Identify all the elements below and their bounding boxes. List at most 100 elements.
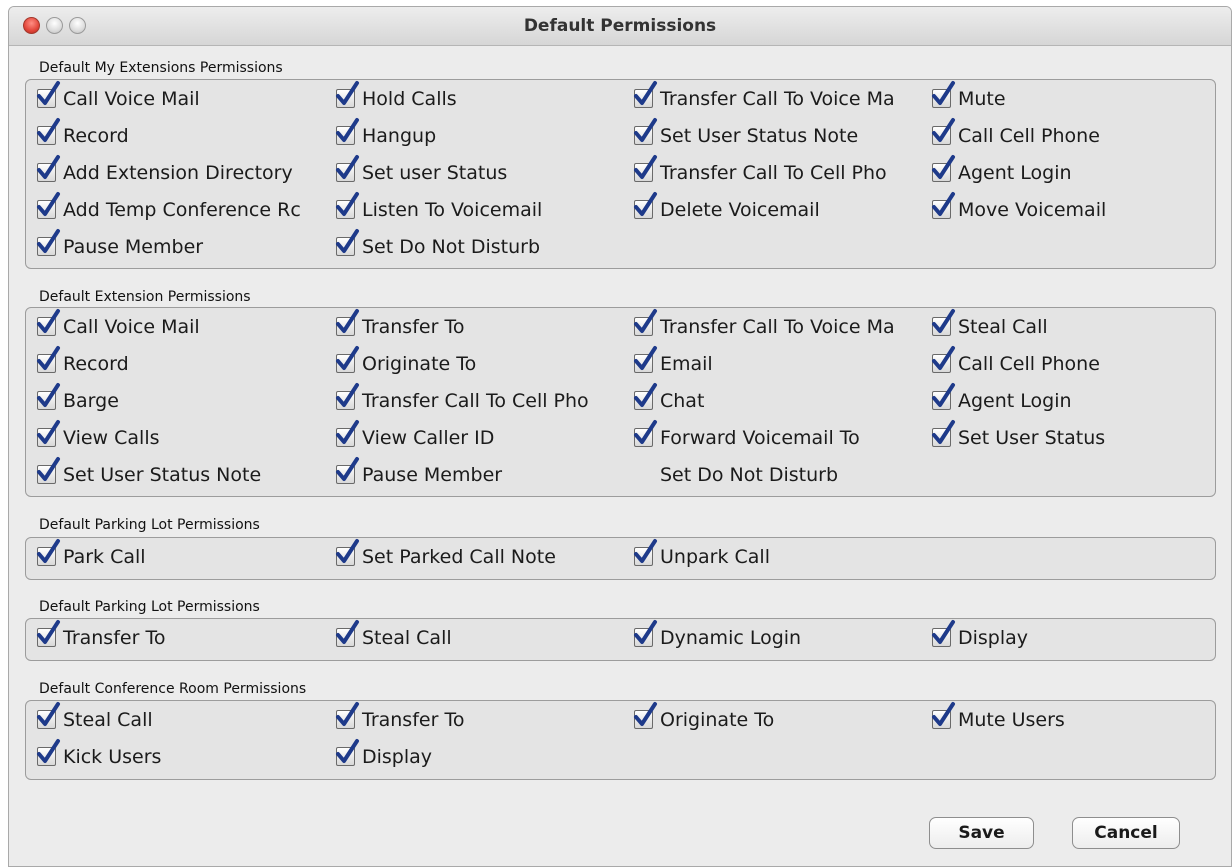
permission-checkbox[interactable] — [37, 80, 60, 108]
permission-checkbox[interactable] — [634, 382, 657, 410]
permission-option[interactable]: Delete Voicemail — [634, 191, 820, 226]
permission-checkbox[interactable] — [932, 345, 955, 373]
permission-option[interactable]: Display — [336, 738, 432, 773]
cancel-button[interactable]: Cancel — [1072, 817, 1180, 849]
permission-checkbox[interactable] — [37, 117, 60, 145]
permission-option[interactable]: Move Voicemail — [932, 191, 1106, 226]
permission-checkbox[interactable] — [634, 154, 657, 182]
permission-option[interactable]: Set User Status Note — [634, 117, 858, 152]
permission-checkbox[interactable] — [37, 154, 60, 182]
permission-checkbox[interactable] — [634, 419, 657, 447]
permission-checkbox[interactable] — [336, 382, 359, 410]
permission-checkbox[interactable] — [932, 191, 955, 219]
permission-checkbox[interactable] — [37, 191, 60, 219]
permission-option[interactable]: Add Extension Directory — [37, 154, 293, 189]
permission-checkbox[interactable] — [336, 619, 359, 647]
permission-option[interactable]: View Caller ID — [336, 419, 494, 454]
permission-checkbox[interactable] — [932, 382, 955, 410]
permission-option[interactable]: Transfer Call To Voice Ma — [634, 80, 895, 115]
permission-option[interactable]: Pause Member — [336, 456, 502, 491]
permission-option[interactable]: Steal Call — [336, 619, 452, 654]
permission-option[interactable]: Call Cell Phone — [932, 345, 1100, 380]
permission-option[interactable]: Steal Call — [932, 308, 1048, 343]
permission-checkbox[interactable] — [932, 701, 955, 729]
permission-option[interactable]: Steal Call — [37, 701, 153, 736]
permission-checkbox[interactable] — [336, 345, 359, 373]
permission-option[interactable]: Record — [37, 117, 129, 152]
permission-option[interactable]: Kick Users — [37, 738, 161, 773]
permission-option[interactable]: Originate To — [634, 701, 774, 736]
permission-checkbox[interactable] — [634, 619, 657, 647]
permission-option[interactable]: Mute Users — [932, 701, 1065, 736]
permission-checkbox[interactable] — [932, 117, 955, 145]
permission-checkbox[interactable] — [634, 80, 657, 108]
permission-checkbox[interactable] — [634, 345, 657, 373]
permission-checkbox[interactable] — [37, 619, 60, 647]
permission-option[interactable]: Originate To — [336, 345, 476, 380]
permission-checkbox[interactable] — [634, 538, 657, 566]
permission-option[interactable]: Agent Login — [932, 382, 1072, 417]
permission-checkbox[interactable] — [634, 308, 657, 336]
permission-option[interactable]: Forward Voicemail To — [634, 419, 860, 454]
permission-checkbox[interactable] — [37, 456, 60, 484]
permission-option[interactable]: Set Do Not Disturb — [634, 459, 838, 491]
permission-option[interactable]: Record — [37, 345, 129, 380]
permission-checkbox[interactable] — [37, 345, 60, 373]
permission-option[interactable]: Transfer To — [336, 308, 464, 343]
permission-option[interactable]: Call Cell Phone — [932, 117, 1100, 152]
permission-checkbox[interactable] — [336, 80, 359, 108]
permission-checkbox[interactable] — [336, 228, 359, 256]
permission-option[interactable]: Hangup — [336, 117, 436, 152]
permission-option[interactable]: Add Temp Conference Rc — [37, 191, 301, 226]
permission-option[interactable]: Set User Status — [932, 419, 1105, 454]
permission-option[interactable]: Transfer To — [336, 701, 464, 736]
permission-option[interactable]: Email — [634, 345, 713, 380]
permission-option[interactable]: Set Do Not Disturb — [336, 228, 540, 263]
permission-checkbox[interactable] — [336, 456, 359, 484]
permission-checkbox[interactable] — [37, 228, 60, 256]
permission-option[interactable]: Set user Status — [336, 154, 507, 189]
permission-option[interactable]: Transfer Call To Cell Pho — [634, 154, 887, 189]
permission-option[interactable]: Call Voice Mail — [37, 308, 200, 343]
permission-checkbox[interactable] — [336, 701, 359, 729]
permission-checkbox[interactable] — [932, 419, 955, 447]
permission-checkbox[interactable] — [932, 154, 955, 182]
permission-option[interactable]: Barge — [37, 382, 119, 417]
permission-option[interactable]: Agent Login — [932, 154, 1072, 189]
permission-option[interactable]: Set User Status Note — [37, 456, 261, 491]
permission-checkbox[interactable] — [336, 191, 359, 219]
permission-checkbox[interactable] — [932, 619, 955, 647]
permission-checkbox[interactable] — [37, 738, 60, 766]
permission-option[interactable]: Transfer Call To Voice Ma — [634, 308, 895, 343]
permission-option[interactable]: Set Parked Call Note — [336, 538, 556, 573]
permission-option[interactable]: Chat — [634, 382, 704, 417]
permission-checkbox[interactable] — [336, 738, 359, 766]
permission-checkbox[interactable] — [336, 538, 359, 566]
permission-checkbox[interactable] — [336, 154, 359, 182]
permission-checkbox[interactable] — [634, 191, 657, 219]
permission-option[interactable]: Unpark Call — [634, 538, 770, 573]
permission-option[interactable]: Call Voice Mail — [37, 80, 200, 115]
permission-option[interactable]: Pause Member — [37, 228, 203, 263]
permission-checkbox[interactable] — [336, 117, 359, 145]
permission-option[interactable]: View Calls — [37, 419, 160, 454]
save-button[interactable]: Save — [929, 817, 1034, 849]
permission-checkbox[interactable] — [37, 701, 60, 729]
permission-option[interactable]: Transfer Call To Cell Pho — [336, 382, 589, 417]
permission-checkbox[interactable] — [37, 419, 60, 447]
permission-checkbox[interactable] — [336, 308, 359, 336]
permission-checkbox[interactable] — [634, 117, 657, 145]
permission-checkbox[interactable] — [634, 701, 657, 729]
permission-checkbox[interactable] — [37, 308, 60, 336]
permission-checkbox[interactable] — [932, 80, 955, 108]
permission-checkbox[interactable] — [932, 308, 955, 336]
permission-option[interactable]: Park Call — [37, 538, 146, 573]
permission-checkbox[interactable] — [37, 382, 60, 410]
permission-checkbox[interactable] — [336, 419, 359, 447]
permission-option[interactable]: Transfer To — [37, 619, 165, 654]
permission-option[interactable]: Listen To Voicemail — [336, 191, 542, 226]
permission-checkbox[interactable] — [37, 538, 60, 566]
permission-option[interactable]: Hold Calls — [336, 80, 457, 115]
permission-option[interactable]: Dynamic Login — [634, 619, 801, 654]
permission-option[interactable]: Display — [932, 619, 1028, 654]
